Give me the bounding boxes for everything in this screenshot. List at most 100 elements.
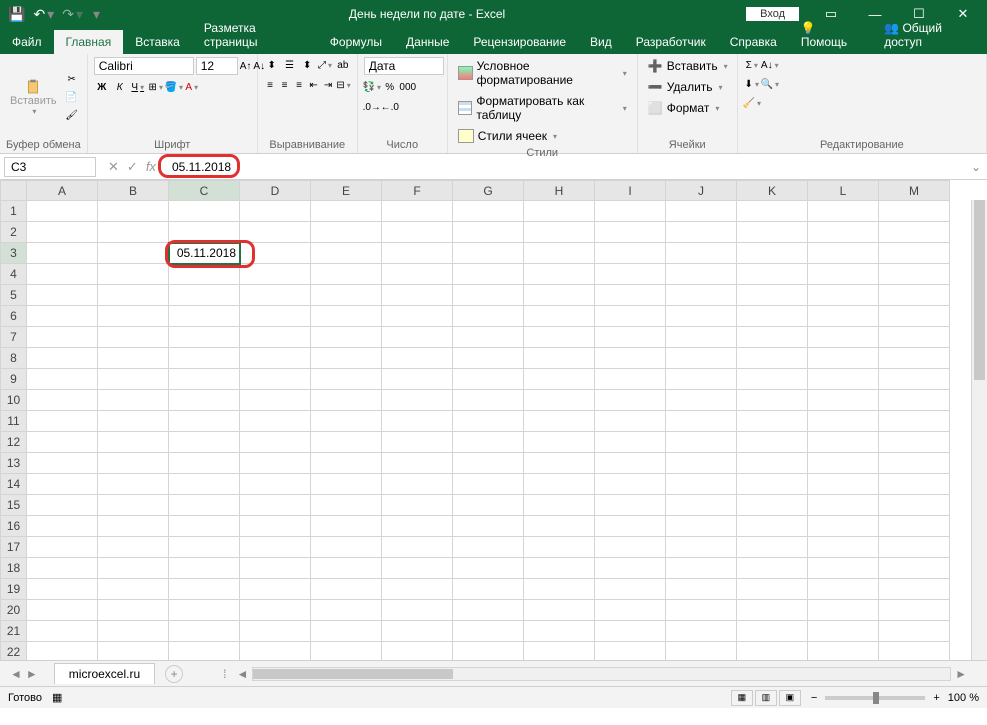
row-header[interactable]: 4 [1, 264, 27, 285]
cell[interactable] [666, 642, 737, 661]
cell[interactable] [595, 579, 666, 600]
cell[interactable] [595, 222, 666, 243]
cell[interactable] [382, 306, 453, 327]
cell[interactable] [311, 600, 382, 621]
row-header[interactable]: 12 [1, 432, 27, 453]
cell[interactable] [311, 411, 382, 432]
cell[interactable] [240, 432, 311, 453]
tab-review[interactable]: Рецензирование [461, 30, 578, 54]
tab-view[interactable]: Вид [578, 30, 624, 54]
cell[interactable] [453, 495, 524, 516]
cell[interactable] [453, 600, 524, 621]
row-header[interactable]: 2 [1, 222, 27, 243]
cell[interactable] [666, 558, 737, 579]
cell[interactable] [808, 474, 879, 495]
merge-icon[interactable]: ⊟▾ [336, 77, 350, 93]
cell[interactable] [879, 495, 950, 516]
view-page-break-icon[interactable]: ▣ [779, 690, 801, 706]
delete-cells-button[interactable]: ➖Удалить▾ [644, 78, 731, 96]
cell[interactable] [311, 306, 382, 327]
cell[interactable] [98, 369, 169, 390]
tab-data[interactable]: Данные [394, 30, 461, 54]
cell[interactable] [595, 285, 666, 306]
cell[interactable] [879, 411, 950, 432]
align-right-icon[interactable]: ≡ [293, 77, 306, 93]
cell[interactable] [98, 495, 169, 516]
cell[interactable] [524, 621, 595, 642]
cell[interactable] [453, 411, 524, 432]
format-painter-icon[interactable]: 🖌 [64, 107, 80, 123]
cell[interactable] [27, 264, 98, 285]
cell[interactable] [879, 453, 950, 474]
cell[interactable] [595, 558, 666, 579]
row-header[interactable]: 15 [1, 495, 27, 516]
cell[interactable] [240, 306, 311, 327]
cell[interactable] [453, 264, 524, 285]
cell[interactable] [98, 516, 169, 537]
cell[interactable] [382, 495, 453, 516]
cell[interactable] [808, 285, 879, 306]
cell[interactable] [453, 327, 524, 348]
cell[interactable] [595, 642, 666, 661]
cell[interactable] [98, 621, 169, 642]
row-header[interactable]: 18 [1, 558, 27, 579]
row-header[interactable]: 1 [1, 201, 27, 222]
sheet-nav-prev-icon[interactable]: ◄ [10, 667, 22, 681]
cell[interactable] [382, 621, 453, 642]
cell[interactable] [27, 306, 98, 327]
row-header[interactable]: 14 [1, 474, 27, 495]
cell[interactable] [382, 579, 453, 600]
cell[interactable] [382, 432, 453, 453]
align-bottom-icon[interactable]: ⬍ [299, 57, 315, 73]
cell[interactable] [169, 411, 240, 432]
cell[interactable] [240, 327, 311, 348]
cell[interactable] [382, 348, 453, 369]
column-header[interactable]: K [737, 181, 808, 201]
cell[interactable] [808, 243, 879, 264]
cell[interactable] [240, 222, 311, 243]
cell[interactable] [240, 474, 311, 495]
cell[interactable] [240, 642, 311, 661]
row-header[interactable]: 17 [1, 537, 27, 558]
cell[interactable] [666, 495, 737, 516]
cell[interactable] [524, 516, 595, 537]
view-page-layout-icon[interactable]: ▥ [755, 690, 777, 706]
cell[interactable] [879, 621, 950, 642]
cell[interactable] [27, 348, 98, 369]
clear-icon[interactable]: 🧹▾ [744, 95, 760, 111]
cell[interactable] [595, 453, 666, 474]
cell[interactable] [98, 243, 169, 264]
font-color-icon[interactable]: A▾ [184, 79, 200, 95]
cell[interactable] [879, 264, 950, 285]
cell[interactable] [666, 369, 737, 390]
tab-insert[interactable]: Вставка [123, 30, 192, 54]
cell[interactable] [524, 285, 595, 306]
cell[interactable] [382, 369, 453, 390]
cell[interactable] [808, 201, 879, 222]
cell[interactable] [453, 285, 524, 306]
cell[interactable] [666, 285, 737, 306]
cell[interactable] [453, 621, 524, 642]
formula-input[interactable]: 05.11.2018 [164, 158, 965, 176]
cell[interactable] [311, 222, 382, 243]
add-sheet-button[interactable]: + [165, 665, 183, 683]
cell[interactable] [453, 558, 524, 579]
cell[interactable] [808, 411, 879, 432]
cell[interactable] [524, 579, 595, 600]
cell[interactable] [27, 201, 98, 222]
cell[interactable] [27, 411, 98, 432]
cell[interactable] [808, 621, 879, 642]
cell[interactable] [808, 642, 879, 661]
cell[interactable] [524, 642, 595, 661]
tab-file[interactable]: Файл [0, 30, 54, 54]
row-header[interactable]: 16 [1, 516, 27, 537]
row-header[interactable]: 22 [1, 642, 27, 661]
cell[interactable] [27, 390, 98, 411]
cell[interactable] [666, 264, 737, 285]
cell[interactable] [453, 222, 524, 243]
cell[interactable] [737, 579, 808, 600]
borders-icon[interactable]: ⊞▾ [148, 79, 164, 95]
underline-button[interactable]: Ч▾ [130, 79, 146, 95]
tab-tellme[interactable]: 💡 Помощь [789, 16, 872, 54]
sort-filter-icon[interactable]: A↓▾ [762, 57, 778, 73]
